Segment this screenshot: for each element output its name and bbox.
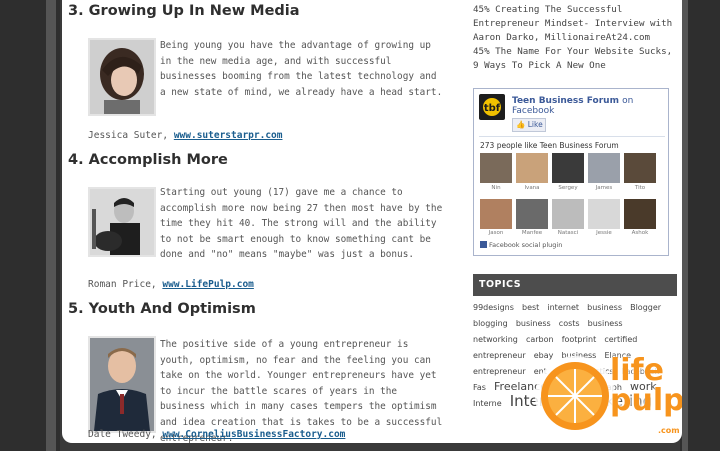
like-label: Like xyxy=(527,120,543,129)
popular-post-link[interactable]: 45% The Name For Your Website Sucks, 9 W… xyxy=(473,45,673,73)
thumbs-up-icon: 👍 xyxy=(516,120,526,129)
fan-name: Ashok xyxy=(631,230,649,236)
fan-avatar[interactable] xyxy=(516,199,548,229)
fan-avatar[interactable] xyxy=(480,199,512,229)
section-heading: 5. Youth And Optimism xyxy=(68,301,256,317)
lifepulp-watermark-text: life pulp xyxy=(610,353,682,418)
portrait-photo xyxy=(88,336,156,433)
facebook-page-title: Teen Business Forum on Facebook xyxy=(512,96,633,116)
man-guitar-portrait-image xyxy=(90,189,154,255)
fan-avatar[interactable] xyxy=(624,199,656,229)
article-main: 3. Growing Up In New Media Being young y… xyxy=(68,0,452,443)
topic-tag-link[interactable]: internet xyxy=(547,303,579,312)
topic-tag-link[interactable]: footprint xyxy=(562,335,597,344)
credit-name: Dale Tweedy, xyxy=(88,429,157,440)
woman-portrait-image xyxy=(90,40,154,114)
topic-tag-link[interactable]: Fas xyxy=(473,383,486,392)
left-frame-stripe xyxy=(46,0,56,451)
credit-link[interactable]: www.LifePulp.com xyxy=(162,279,254,290)
fan-name: Natasci xyxy=(557,230,579,236)
forum-logo-icon: tbf xyxy=(479,94,505,120)
popular-post-link[interactable]: 45% Creating The Successful Entrepreneur… xyxy=(473,3,673,45)
portrait-photo xyxy=(88,187,156,257)
fan-name: Sergey xyxy=(558,185,578,191)
credit-name: Roman Price, xyxy=(88,279,157,290)
section-text: The positive side of a young entrepreneu… xyxy=(160,339,443,443)
right-frame-stripe xyxy=(682,0,688,451)
facebook-on-label: on xyxy=(622,96,634,106)
topic-tag-link[interactable]: Blogger xyxy=(630,303,661,312)
popular-posts: 45% Creating The Successful Entrepreneur… xyxy=(473,3,673,73)
svg-text:tbf: tbf xyxy=(484,103,501,114)
credit-name: Jessica Suter, xyxy=(88,130,169,141)
section-text: Being young you have the advantage of gr… xyxy=(160,40,443,98)
man-suit-portrait-image xyxy=(90,338,154,431)
fan-avatar[interactable] xyxy=(588,199,620,229)
credit-line: Dale Tweedy, www.CorneliusBusinessFactor… xyxy=(88,429,345,440)
facebook-fan-count: 273 people like Teen Business Forum xyxy=(480,141,619,150)
topic-tag-link[interactable]: carbon xyxy=(526,335,554,344)
credit-line: Roman Price, www.LifePulp.com xyxy=(88,279,254,290)
page-content: 3. Growing Up In New Media Being young y… xyxy=(62,0,682,443)
section-text: Starting out young (17) gave me a chance… xyxy=(160,187,443,261)
topic-tag-link[interactable]: networking xyxy=(473,335,518,344)
credit-link[interactable]: www.CorneliusBusinessFactory.com xyxy=(162,429,345,440)
fan-avatar[interactable] xyxy=(552,153,584,183)
fan-avatar[interactable] xyxy=(516,153,548,183)
topic-tag-link[interactable]: Interne xyxy=(473,399,502,408)
topic-tag-link[interactable]: entrepreneur xyxy=(473,351,526,360)
topic-tag-link[interactable]: business xyxy=(587,303,622,312)
fan-avatar[interactable] xyxy=(624,153,656,183)
facebook-plugin-label: Facebook social plugin xyxy=(489,241,563,249)
section-heading: 3. Growing Up In New Media xyxy=(68,3,300,19)
topic-tag-link[interactable]: blogging xyxy=(473,319,508,328)
fan-name: Manfee xyxy=(521,230,543,236)
topic-tag-link[interactable]: costs xyxy=(559,319,580,328)
credit-line: Jessica Suter, www.suterstarpr.com xyxy=(88,130,282,141)
topic-tag-link[interactable]: business xyxy=(588,319,623,328)
facebook-icon xyxy=(480,241,487,248)
fan-name: James xyxy=(595,185,613,191)
fan-avatar[interactable] xyxy=(588,153,620,183)
fan-name: Tito xyxy=(634,185,646,191)
facebook-site-label[interactable]: Facebook xyxy=(512,106,554,116)
topic-tag-link[interactable]: 99designs xyxy=(473,303,514,312)
lifepulp-watermark-suffix: .com xyxy=(658,426,680,435)
facebook-page-name[interactable]: Teen Business Forum xyxy=(512,96,619,106)
topic-tag-link[interactable]: entrepreneur xyxy=(473,367,526,376)
fan-name: Jason xyxy=(488,230,504,236)
fan-name: Ivana xyxy=(524,185,540,191)
section-heading: 4. Accomplish More xyxy=(68,152,228,168)
facebook-like-box: tbf Teen Business Forum on Facebook 👍 Li… xyxy=(473,88,669,256)
divider xyxy=(479,136,665,137)
topic-tag-link[interactable]: business xyxy=(516,319,551,328)
fan-avatar[interactable] xyxy=(480,153,512,183)
fan-name: Nin xyxy=(491,185,501,191)
topics-heading: TOPICS xyxy=(473,274,677,296)
topic-tag-link[interactable]: certified xyxy=(604,335,637,344)
fan-avatar[interactable] xyxy=(552,199,584,229)
topic-tag-link[interactable]: best xyxy=(522,303,539,312)
facebook-plugin-footer[interactable]: Facebook social plugin xyxy=(480,241,562,249)
credit-link[interactable]: www.suterstarpr.com xyxy=(174,130,283,141)
fan-name: Jessie xyxy=(596,230,612,236)
portrait-photo xyxy=(88,38,156,116)
facebook-like-button[interactable]: 👍 Like xyxy=(512,118,546,132)
